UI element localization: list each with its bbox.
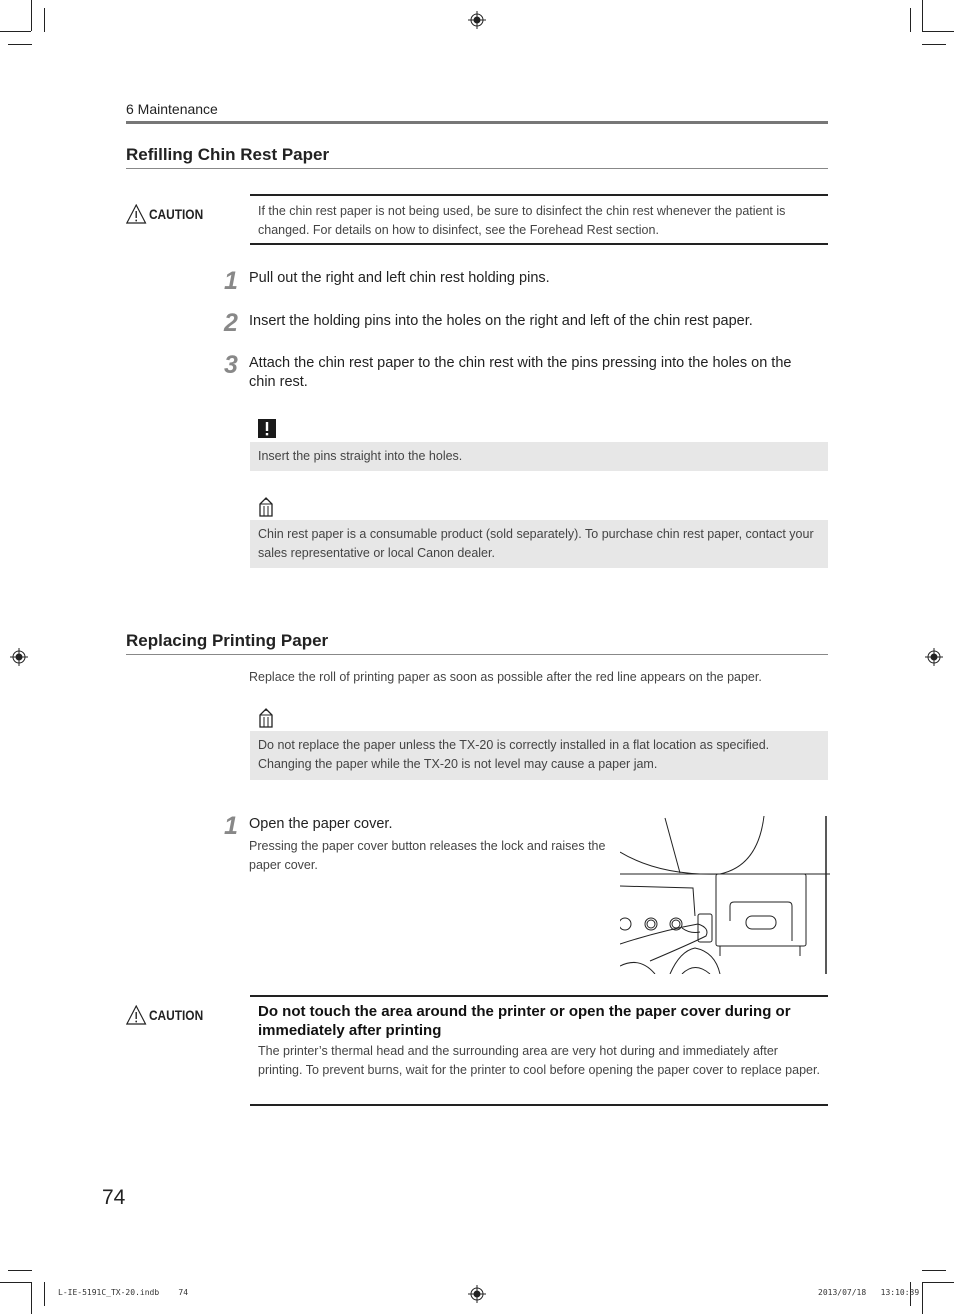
slug-time: 13:10:39 bbox=[880, 1288, 920, 1297]
step-text: Insert the holding pins into the holes o… bbox=[249, 313, 753, 329]
crop-mark bbox=[8, 44, 32, 45]
slug-filename: L-IE-5191C_TX-20.indb bbox=[58, 1288, 160, 1297]
caution-box: If the chin rest paper is not being used… bbox=[250, 194, 828, 245]
crop-mark bbox=[31, 1282, 32, 1314]
crop-mark bbox=[0, 31, 31, 32]
slug-page: 74 bbox=[178, 1288, 189, 1297]
caution-message: The printer’s thermal head and the surro… bbox=[258, 1044, 820, 1077]
caution-label: CAUTION bbox=[126, 204, 203, 224]
warning-triangle-icon bbox=[126, 1005, 147, 1025]
slug-date: 2013/07/18 bbox=[818, 1288, 867, 1297]
registration-mark-icon bbox=[925, 648, 943, 666]
step-number: 1 bbox=[224, 267, 238, 295]
caution-text: CAUTION bbox=[148, 206, 204, 222]
crop-mark bbox=[922, 1270, 946, 1271]
step-text: Pull out the right and left chin rest ho… bbox=[249, 270, 550, 286]
crop-mark bbox=[44, 1282, 45, 1306]
step-number: 1 bbox=[224, 812, 238, 840]
pencil-icon bbox=[259, 708, 273, 728]
pencil-icon bbox=[259, 497, 273, 517]
running-head-rule bbox=[126, 121, 828, 124]
crop-mark bbox=[922, 1282, 923, 1314]
slug-file: L-IE-5191C_TX-20.indb 74 bbox=[58, 1288, 188, 1297]
step-text: Open the paper cover. bbox=[249, 816, 393, 832]
important-note: Insert the pins straight into the holes. bbox=[250, 442, 828, 471]
printer-cover-illustration bbox=[620, 816, 830, 974]
registration-mark-icon bbox=[10, 648, 28, 666]
caution-label: CAUTION bbox=[126, 1005, 203, 1025]
memo-note: Chin rest paper is a consumable product … bbox=[250, 520, 828, 568]
step-detail: Pressing the paper cover button releases… bbox=[249, 839, 606, 872]
caution-message: If the chin rest paper is not being used… bbox=[258, 204, 786, 237]
section-rule bbox=[126, 168, 828, 169]
registration-mark-icon bbox=[468, 1285, 486, 1303]
section-rule bbox=[126, 654, 828, 655]
page-number: 74 bbox=[102, 1186, 126, 1209]
slug-timestamp: 2013/07/18 13:10:39 bbox=[818, 1288, 919, 1297]
crop-mark bbox=[8, 1270, 32, 1271]
crop-mark bbox=[910, 8, 911, 32]
section-title: Refilling Chin Rest Paper bbox=[126, 145, 330, 164]
step-number: 3 bbox=[224, 351, 238, 379]
crop-mark bbox=[922, 1282, 954, 1283]
crop-mark bbox=[44, 8, 45, 32]
intro-text: Replace the roll of printing paper as so… bbox=[249, 670, 762, 684]
crop-mark bbox=[922, 31, 954, 32]
caution-text: CAUTION bbox=[148, 1007, 204, 1023]
crop-mark bbox=[31, 0, 32, 31]
caution-box: Do not touch the area around the printer… bbox=[250, 995, 828, 1106]
memo-note: Do not replace the paper unless the TX-2… bbox=[250, 731, 828, 780]
warning-triangle-icon bbox=[126, 204, 147, 224]
step-text: Attach the chin rest paper to the chin r… bbox=[249, 355, 792, 390]
crop-mark bbox=[922, 0, 923, 31]
running-head: 6 Maintenance bbox=[126, 101, 218, 117]
crop-mark bbox=[922, 44, 946, 45]
step-number: 2 bbox=[224, 309, 238, 337]
exclamation-icon bbox=[258, 419, 276, 438]
section-title: Replacing Printing Paper bbox=[126, 631, 329, 650]
caution-headline: Do not touch the area around the printer… bbox=[258, 1003, 791, 1039]
crop-mark bbox=[0, 1282, 31, 1283]
registration-mark-icon bbox=[468, 11, 486, 29]
